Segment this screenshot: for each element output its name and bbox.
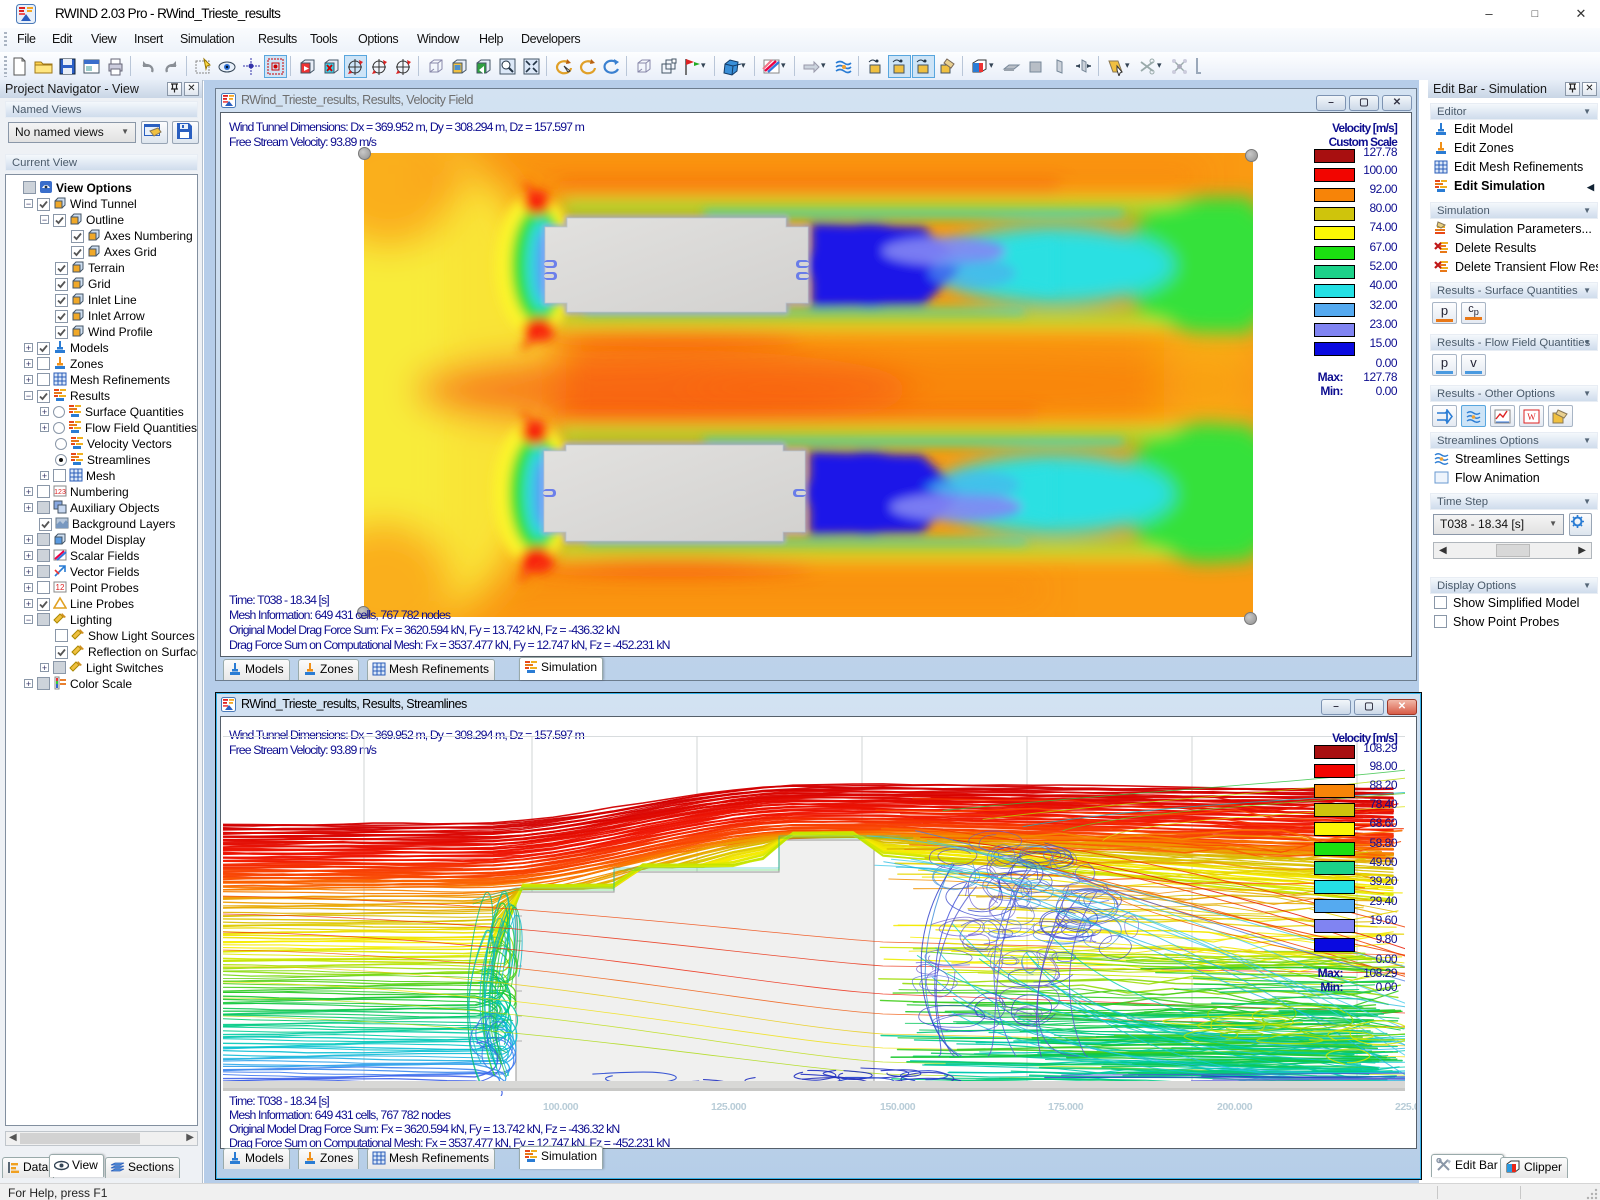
svg-text:W: W	[1527, 412, 1536, 422]
svg-text:12: 12	[56, 583, 65, 592]
svg-text:123: 123	[54, 489, 66, 496]
